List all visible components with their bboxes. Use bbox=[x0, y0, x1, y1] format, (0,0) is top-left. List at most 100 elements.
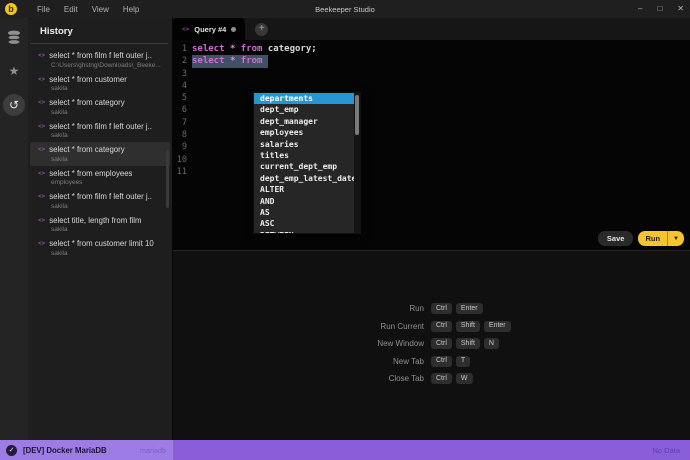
maximize-button[interactable]: □ bbox=[657, 0, 662, 18]
token-plain bbox=[262, 56, 267, 66]
token-keyword: select bbox=[192, 44, 225, 54]
editor-line[interactable]: 10 bbox=[173, 154, 690, 166]
editor-line[interactable]: 3 bbox=[173, 68, 690, 80]
editor-line[interactable]: 4 bbox=[173, 80, 690, 92]
shortcut-keys: CtrlT bbox=[431, 356, 470, 367]
editor-line[interactable]: 5 bbox=[173, 92, 690, 104]
unsaved-indicator-dot[interactable] bbox=[231, 27, 236, 32]
editor-line[interactable]: 2 select * from bbox=[173, 55, 690, 67]
editor-line[interactable]: 7 bbox=[173, 117, 690, 129]
line-number: 6 bbox=[173, 104, 187, 116]
editor-line[interactable]: 1 select * from category; bbox=[173, 43, 690, 55]
shortcut-row: New Window CtrlShiftN bbox=[349, 338, 511, 349]
history-scrollbar[interactable] bbox=[166, 150, 169, 208]
autocomplete-item[interactable]: BETWEEN bbox=[254, 230, 360, 234]
history-icon[interactable]: ↺ bbox=[3, 94, 25, 116]
line-number: 10 bbox=[173, 154, 187, 166]
history-list-item[interactable]: <> select title, length from film sakila bbox=[30, 213, 170, 237]
history-list-item[interactable]: <> select * from employees employees bbox=[30, 166, 170, 190]
database-label: mariadb bbox=[140, 446, 166, 455]
tab-bar: <> Query #4 + bbox=[173, 18, 690, 40]
kbd-n: N bbox=[484, 338, 499, 349]
autocomplete-item[interactable]: dept_manager bbox=[254, 116, 360, 127]
history-item-title: select * from customer bbox=[49, 75, 127, 84]
menubar: FileEditViewHelp bbox=[31, 3, 145, 16]
history-list-item[interactable]: <> select * from film f left outer j.. s… bbox=[30, 119, 170, 143]
kbd-ctrl: Ctrl bbox=[431, 373, 452, 384]
app-logo-icon[interactable]: b bbox=[5, 3, 17, 15]
results-panel: Run CtrlEnter Run Current CtrlShiftEnter… bbox=[173, 250, 690, 440]
history-item-database: sakila bbox=[51, 132, 164, 139]
autocomplete-item[interactable]: dept_emp bbox=[254, 104, 360, 115]
close-button[interactable]: ✕ bbox=[677, 0, 684, 18]
tab-query-4[interactable]: <> Query #4 bbox=[173, 18, 245, 40]
history-list-item[interactable]: <> select * from customer sakila bbox=[30, 72, 170, 96]
autocomplete-scrollbar-thumb[interactable] bbox=[355, 95, 359, 135]
connected-check-icon: ✓ bbox=[6, 445, 17, 456]
autocomplete-item[interactable]: employees bbox=[254, 127, 360, 138]
minimize-button[interactable]: – bbox=[638, 0, 642, 18]
autocomplete-item[interactable]: ASC bbox=[254, 218, 360, 229]
history-list-item[interactable]: <> select * from category sakila bbox=[30, 95, 170, 119]
shortcut-keys: Ctrl Shift N bbox=[431, 338, 499, 349]
autocomplete-item[interactable]: departments bbox=[254, 93, 360, 104]
autocomplete-item[interactable]: AND bbox=[254, 196, 360, 207]
kbd-shift: Shift bbox=[456, 321, 480, 332]
token-keyword: select bbox=[192, 56, 225, 66]
line-number: 3 bbox=[173, 68, 187, 80]
history-item-title: select * from film f left outer j.. bbox=[49, 122, 152, 131]
left-icon-strip: ★ ↺ bbox=[0, 18, 28, 440]
history-list-item[interactable]: <> select * from film f left outer j.. C… bbox=[30, 48, 170, 72]
menu-edit[interactable]: Edit bbox=[58, 3, 84, 16]
new-tab-button[interactable]: + bbox=[255, 23, 268, 36]
autocomplete-item[interactable]: titles bbox=[254, 150, 360, 161]
history-list-item[interactable]: <> select * from category sakila bbox=[30, 142, 170, 166]
shortcut-row: Run CtrlEnter bbox=[349, 303, 511, 314]
autocomplete-items: departmentsdept_empdept_manageremployees… bbox=[254, 93, 360, 234]
editor-line[interactable]: 11 bbox=[173, 166, 690, 178]
menu-file[interactable]: File bbox=[31, 3, 56, 16]
run-dropdown-caret-icon[interactable]: ▼ bbox=[668, 236, 684, 242]
run-button[interactable]: Run bbox=[638, 234, 667, 243]
menu-help[interactable]: Help bbox=[117, 3, 145, 16]
kbd-t: T bbox=[456, 356, 470, 367]
line-number: 2 bbox=[173, 55, 187, 67]
shortcut-label: New Tab bbox=[349, 357, 424, 366]
query-toolbar: Save Run ▼ bbox=[173, 228, 690, 249]
code-icon: <> bbox=[38, 240, 45, 247]
run-split-button[interactable]: Run ▼ bbox=[638, 231, 684, 246]
autocomplete-item[interactable]: dept_emp_latest_date bbox=[254, 173, 360, 184]
history-item-title: select * from employees bbox=[49, 169, 132, 178]
shortcut-label: Run bbox=[349, 304, 424, 313]
autocomplete-item[interactable]: ALTER bbox=[254, 184, 360, 195]
editor-lines: 1 select * from category; 2 select * fro… bbox=[173, 43, 690, 178]
status-bar: ✓ [DEV] Docker MariaDB mariadb No Data bbox=[0, 440, 690, 460]
sql-editor[interactable]: 1 select * from category; 2 select * fro… bbox=[173, 40, 690, 228]
autocomplete-item[interactable]: AS bbox=[254, 207, 360, 218]
editor-line[interactable]: 8 bbox=[173, 129, 690, 141]
history-item-database: sakila bbox=[51, 109, 164, 116]
autocomplete-item[interactable]: current_dept_emp bbox=[254, 161, 360, 172]
history-list-item[interactable]: <> select * from film f left outer j.. s… bbox=[30, 189, 170, 213]
editor-line[interactable]: 6 bbox=[173, 104, 690, 116]
shortcut-hints: Run CtrlEnter Run Current CtrlShiftEnter… bbox=[349, 303, 511, 391]
shortcut-keys: CtrlEnter bbox=[431, 303, 483, 314]
database-icon[interactable] bbox=[3, 26, 25, 48]
kbd-ctrl: Ctrl bbox=[431, 303, 452, 314]
history-item-database: sakila bbox=[51, 250, 164, 257]
kbd-ctrl: Ctrl bbox=[431, 338, 452, 349]
code-icon: <> bbox=[38, 146, 45, 153]
kbd-shift: Shift bbox=[456, 338, 480, 349]
history-item-database: sakila bbox=[51, 203, 164, 210]
autocomplete-scrollbar[interactable] bbox=[354, 93, 360, 233]
menu-view[interactable]: View bbox=[86, 3, 115, 16]
autocomplete-item[interactable]: salaries bbox=[254, 139, 360, 150]
shortcut-keys: CtrlW bbox=[431, 373, 473, 384]
history-list-item[interactable]: <> select * from customer limit 10 sakil… bbox=[30, 236, 170, 260]
save-button[interactable]: Save bbox=[598, 231, 634, 246]
editor-line[interactable]: 9 bbox=[173, 141, 690, 153]
history-item-title: select * from film f left outer j.. bbox=[49, 51, 152, 60]
kbd-ctrl: Ctrl bbox=[431, 321, 452, 332]
connection-status[interactable]: ✓ [DEV] Docker MariaDB mariadb bbox=[0, 440, 173, 460]
favorites-star-icon[interactable]: ★ bbox=[3, 60, 25, 82]
